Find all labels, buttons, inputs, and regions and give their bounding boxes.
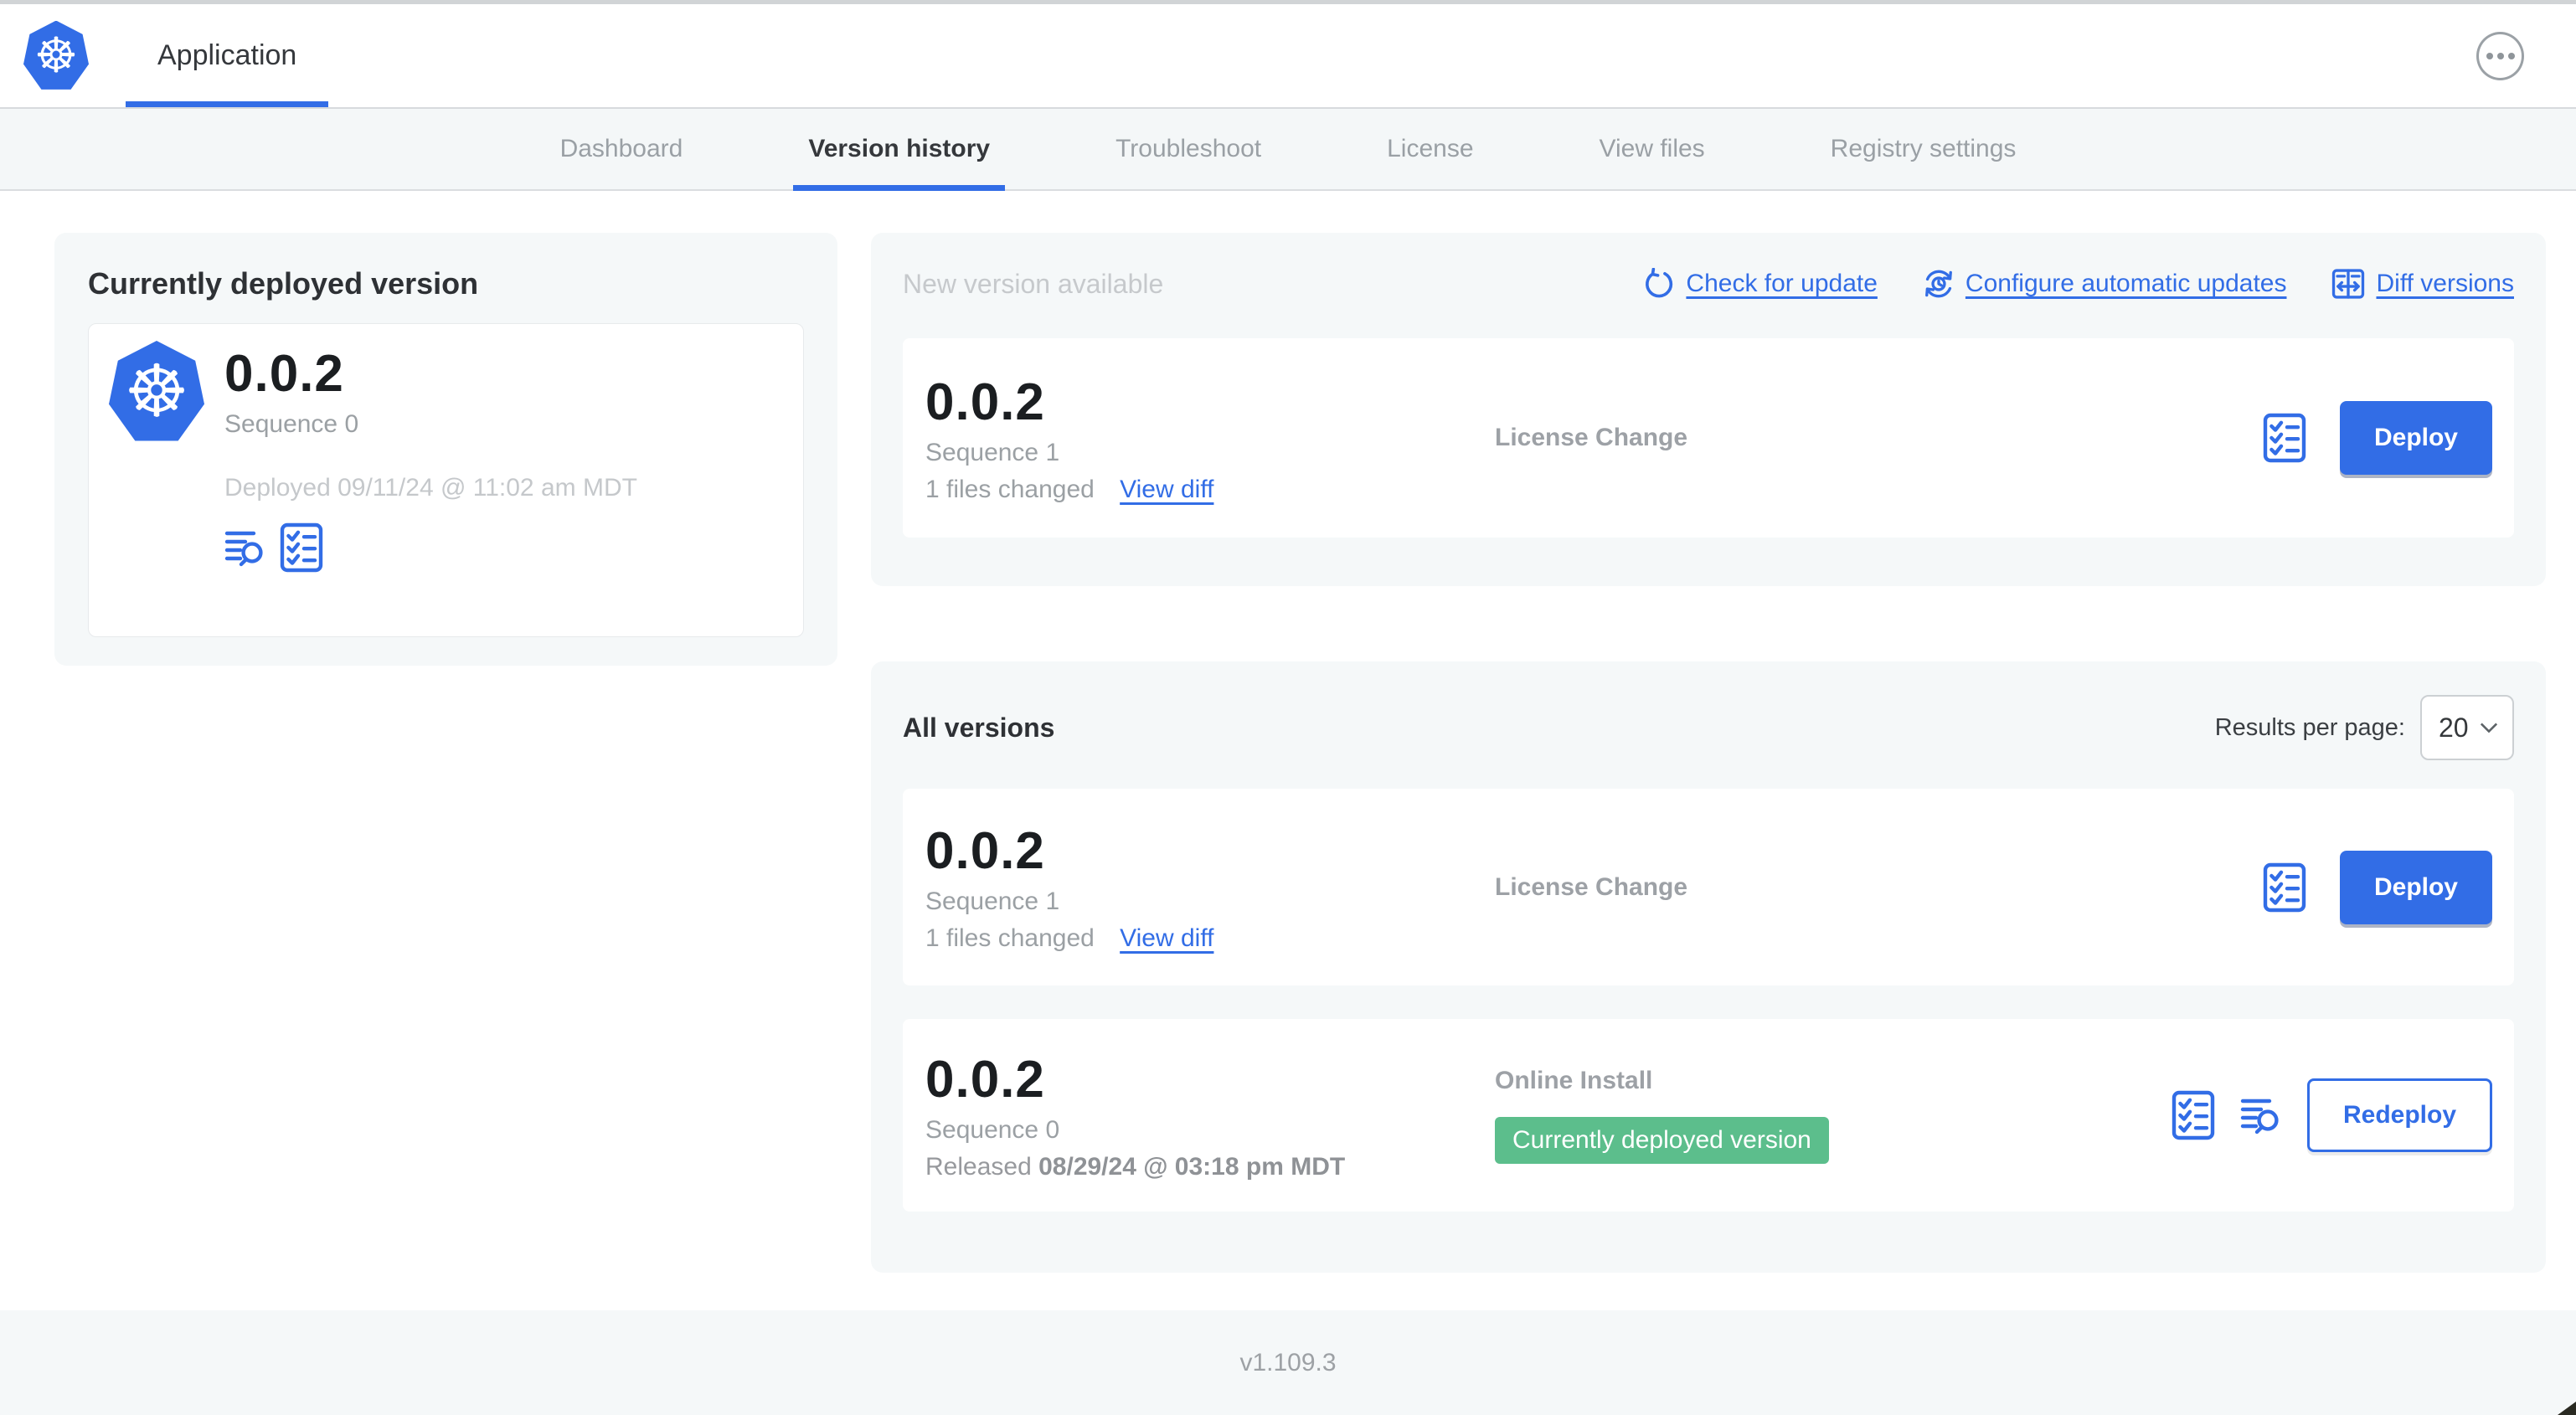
version-sequence: Sequence 1 bbox=[925, 888, 1060, 915]
version-number: 0.0.2 bbox=[925, 1050, 1045, 1109]
configure-automatic-updates-link[interactable]: Configure automatic updates bbox=[1923, 268, 2286, 300]
version-sequence: Sequence 1 bbox=[925, 438, 1060, 466]
version-number: 0.0.2 bbox=[925, 822, 1045, 880]
results-per-page-select[interactable]: 20 bbox=[2420, 695, 2514, 760]
version-source: License Change bbox=[1495, 872, 1688, 901]
tab-license[interactable]: License bbox=[1372, 109, 1488, 189]
currently-deployed-card: ☸ 0.0.2 Sequence 0 Deployed 09/11/24 @ 1… bbox=[88, 323, 804, 637]
app-header: ☸ Application bbox=[0, 4, 2576, 107]
cursor-artifact bbox=[2558, 1402, 2576, 1415]
deployed-version-number: 0.0.2 bbox=[224, 345, 344, 403]
currently-deployed-panel: Currently deployed version ☸ 0.0.2 Seque… bbox=[54, 233, 837, 666]
active-app-tab-indicator bbox=[126, 101, 329, 107]
preflight-checklist-icon[interactable] bbox=[2172, 1090, 2215, 1140]
main-content: Currently deployed version ☸ 0.0.2 Seque… bbox=[0, 191, 2576, 1310]
version-sequence: Sequence 0 bbox=[925, 1115, 1060, 1144]
all-versions-panel: All versions Results per page: 20 0.0.2 … bbox=[871, 661, 2546, 1273]
deploy-button[interactable]: Deploy bbox=[2339, 401, 2492, 475]
section-tab-bar: Dashboard Version history Troubleshoot L… bbox=[0, 107, 2576, 191]
version-source: Online Install bbox=[1495, 1067, 1653, 1094]
version-row: 0.0.2 Sequence 1 1 files changed View di… bbox=[903, 789, 2514, 985]
new-version-title: New version available bbox=[903, 268, 1164, 299]
view-diff-link[interactable]: View diff bbox=[1120, 476, 1213, 503]
deploy-button[interactable]: Deploy bbox=[2339, 850, 2492, 924]
app-icon-kubernetes: ☸ bbox=[109, 341, 204, 441]
app-tab-label: Application bbox=[157, 39, 297, 71]
tab-registry-settings[interactable]: Registry settings bbox=[1816, 109, 2032, 189]
tab-version-history[interactable]: Version history bbox=[793, 109, 1006, 191]
currently-deployed-title: Currently deployed version bbox=[88, 266, 479, 301]
results-per-page-label: Results per page: bbox=[2214, 713, 2405, 741]
check-for-update-link[interactable]: Check for update bbox=[1643, 268, 1878, 300]
diff-versions-link[interactable]: Diff versions bbox=[2331, 268, 2514, 300]
page-footer: v1.109.3 bbox=[0, 1310, 2576, 1415]
preflight-checklist-icon[interactable] bbox=[2263, 862, 2306, 913]
new-version-card: 0.0.2 Sequence 1 1 files changed View di… bbox=[903, 338, 2514, 538]
chevron-down-icon bbox=[2480, 723, 2498, 733]
diff-icon bbox=[2332, 269, 2365, 299]
preflight-checklist-icon[interactable] bbox=[280, 522, 323, 573]
view-deploy-logs-icon[interactable] bbox=[224, 527, 266, 569]
deployed-timestamp: Deployed 09/11/24 @ 11:02 am MDT bbox=[224, 474, 637, 502]
app-tab-application[interactable]: Application bbox=[126, 4, 329, 107]
tab-view-files[interactable]: View files bbox=[1584, 109, 1720, 189]
schedule-update-icon bbox=[1924, 270, 1952, 298]
files-changed-text: 1 files changed bbox=[925, 924, 1095, 952]
view-diff-link[interactable]: View diff bbox=[1120, 924, 1213, 952]
currently-deployed-badge: Currently deployed version bbox=[1495, 1117, 1829, 1164]
tab-troubleshoot[interactable]: Troubleshoot bbox=[1100, 109, 1276, 189]
all-versions-title: All versions bbox=[903, 712, 1055, 743]
version-source: License Change bbox=[1495, 424, 1688, 451]
redeploy-button[interactable]: Redeploy bbox=[2306, 1078, 2492, 1152]
view-deploy-logs-icon[interactable] bbox=[2240, 1094, 2282, 1136]
console-version: v1.109.3 bbox=[1239, 1348, 1337, 1376]
overflow-menu-button[interactable] bbox=[2476, 31, 2524, 80]
version-number: 0.0.2 bbox=[925, 373, 1045, 431]
refresh-icon bbox=[1646, 268, 1673, 298]
new-version-panel: New version available Check for update C… bbox=[871, 233, 2546, 586]
active-tab-indicator bbox=[793, 185, 1006, 191]
files-changed-text: 1 files changed bbox=[925, 475, 1095, 503]
tab-dashboard[interactable]: Dashboard bbox=[545, 109, 698, 189]
version-row: 0.0.2 Sequence 0 Released 08/29/24 @ 03:… bbox=[903, 1019, 2514, 1212]
deployed-sequence: Sequence 0 bbox=[224, 410, 359, 438]
preflight-checklist-icon[interactable] bbox=[2263, 413, 2306, 463]
kubernetes-logo-icon: ☸ bbox=[23, 20, 89, 90]
ellipsis-icon bbox=[2486, 52, 2493, 59]
released-timestamp: Released 08/29/24 @ 03:18 pm MDT bbox=[925, 1152, 1346, 1181]
